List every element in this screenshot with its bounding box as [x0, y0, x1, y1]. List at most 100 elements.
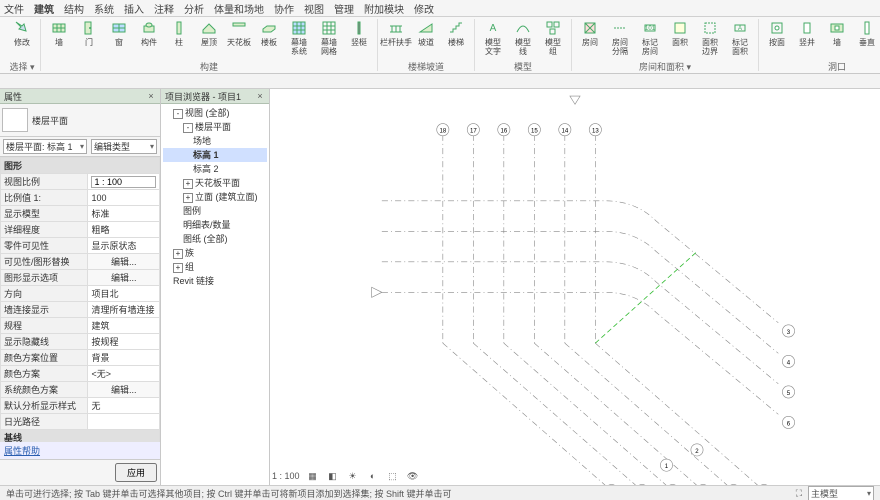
- ribbon-rail-button[interactable]: 栏杆扶手: [382, 19, 410, 47]
- prop-value[interactable]: 清理所有墙连接: [88, 302, 160, 318]
- prop-value[interactable]: 背景: [88, 350, 160, 366]
- ribbon-room-button[interactable]: 房间: [576, 19, 604, 47]
- ribbon-ramp-button[interactable]: 坡道: [412, 19, 440, 47]
- ribbon-comp-button[interactable]: 构件: [135, 19, 163, 47]
- ribbon-mline-button[interactable]: 模型线: [509, 19, 537, 56]
- view-scale-label[interactable]: 1 : 100: [272, 471, 300, 481]
- apply-button[interactable]: 应用: [115, 463, 157, 482]
- project-tree[interactable]: -视图 (全部)-楼层平面场地标高 1标高 2+天花板平面+立面 (建筑立面)图…: [161, 104, 269, 290]
- close-icon[interactable]: ×: [255, 91, 265, 101]
- tree-node[interactable]: -楼层平面: [163, 120, 267, 134]
- workset-icon[interactable]: ⛶: [796, 488, 802, 499]
- tree-node[interactable]: 标高 2: [163, 162, 267, 176]
- visual-style-icon[interactable]: ◧: [326, 469, 340, 483]
- ribbon-area-button[interactable]: 面积: [666, 19, 694, 47]
- ribbon-window-button[interactable]: 窗: [105, 19, 133, 47]
- ribbon-stair-button[interactable]: 楼梯: [442, 19, 470, 47]
- tree-node[interactable]: Revit 链接: [163, 274, 267, 288]
- menu-建筑[interactable]: 建筑: [34, 1, 54, 16]
- prop-value[interactable]: 标准: [88, 206, 160, 222]
- ribbon-roof-button[interactable]: 屋顶: [195, 19, 223, 47]
- tree-node[interactable]: 场地: [163, 134, 267, 148]
- properties-help-link[interactable]: 属性帮助: [0, 442, 160, 459]
- menu-文件[interactable]: 文件: [4, 1, 24, 16]
- tree-node[interactable]: +族: [163, 246, 267, 260]
- ribbon-owall-button[interactable]: 墙: [823, 19, 851, 47]
- menu-体量和场地[interactable]: 体量和场地: [214, 1, 264, 16]
- prop-edit-button[interactable]: 编辑...: [88, 382, 160, 398]
- tree-node[interactable]: 图例: [163, 204, 267, 218]
- crop-icon[interactable]: ⬚: [386, 469, 400, 483]
- ribbon-mullion-button[interactable]: 竖梃: [345, 19, 373, 47]
- shadows-icon[interactable]: ◐: [366, 469, 380, 483]
- menu-结构[interactable]: 结构: [64, 1, 84, 16]
- menu-视图[interactable]: 视图: [304, 1, 324, 16]
- tree-node[interactable]: +立面 (建筑立面): [163, 190, 267, 204]
- tree-toggle-icon[interactable]: +: [173, 249, 183, 259]
- tree-toggle-icon[interactable]: +: [183, 179, 193, 189]
- edit-type-button[interactable]: 编辑类型: [91, 139, 157, 154]
- ribbon-mtext-button[interactable]: A模型文字: [479, 19, 507, 56]
- ribbon-cwgrid-button[interactable]: 幕墙网格: [315, 19, 343, 56]
- tree-node[interactable]: 标高 1: [163, 148, 267, 162]
- prop-value[interactable]: 粗略: [88, 222, 160, 238]
- detail-level-icon[interactable]: ▦: [306, 469, 320, 483]
- ribbon-vert-button[interactable]: 垂直: [853, 19, 880, 47]
- menu-注释[interactable]: 注释: [154, 1, 174, 16]
- tree-node[interactable]: 图纸 (全部): [163, 232, 267, 246]
- prop-edit-button[interactable]: 编辑...: [88, 254, 160, 270]
- prop-group[interactable]: 基线: [1, 430, 160, 443]
- tree-node[interactable]: 明细表/数量: [163, 218, 267, 232]
- ribbon-byface-button[interactable]: 按面: [763, 19, 791, 47]
- prop-value[interactable]: 建筑: [88, 318, 160, 334]
- prop-value[interactable]: [88, 414, 160, 430]
- drawing-canvas[interactable]: 181716151413345678910111212 1 : 100 ▦ ◧ …: [270, 89, 880, 485]
- ribbon-areatag-button[interactable]: A标记面积: [726, 19, 754, 56]
- prop-value[interactable]: 按规程: [88, 334, 160, 350]
- roomtag-icon: 101: [641, 19, 659, 37]
- menu-系统[interactable]: 系统: [94, 1, 114, 16]
- ribbon-areabd-button[interactable]: 面积边界: [696, 19, 724, 56]
- menu-附加模块[interactable]: 附加模块: [364, 1, 404, 16]
- workset-dropdown[interactable]: 主模型: [808, 486, 874, 500]
- ribbon-arrow-button[interactable]: 修改: [8, 19, 36, 47]
- prop-value[interactable]: 无: [88, 398, 160, 414]
- prop-group[interactable]: 图形: [1, 158, 160, 174]
- areatag-icon: A: [731, 19, 749, 37]
- ribbon-shaft-button[interactable]: 竖井: [793, 19, 821, 47]
- prop-edit-button[interactable]: 编辑...: [88, 270, 160, 286]
- sun-path-icon[interactable]: ☀: [346, 469, 360, 483]
- hide-icon[interactable]: 👁: [406, 469, 420, 483]
- menu-分析[interactable]: 分析: [184, 1, 204, 16]
- ribbon-mgroup-button[interactable]: 模型组: [539, 19, 567, 56]
- close-icon[interactable]: ×: [146, 91, 156, 101]
- tree-toggle-icon[interactable]: +: [173, 263, 183, 273]
- ribbon-floor-button[interactable]: 楼板: [255, 19, 283, 47]
- ribbon-roomsep-button[interactable]: 房间分隔: [606, 19, 634, 56]
- prop-input[interactable]: [91, 176, 156, 188]
- instance-filter-dropdown[interactable]: 楼层平面: 标高 1: [3, 139, 87, 154]
- ribbon-ceiling-button[interactable]: 天花板: [225, 19, 253, 47]
- menu-插入[interactable]: 插入: [124, 1, 144, 16]
- tree-toggle-icon[interactable]: -: [173, 109, 183, 119]
- menu-修改[interactable]: 修改: [414, 1, 434, 16]
- rail-icon: [387, 19, 405, 37]
- ribbon-door-button[interactable]: 门: [75, 19, 103, 47]
- prop-row: 显示模型标准: [1, 206, 160, 222]
- prop-value[interactable]: <无>: [88, 366, 160, 382]
- tree-toggle-icon[interactable]: +: [183, 193, 193, 203]
- ribbon-wall-button[interactable]: 墙: [45, 19, 73, 47]
- menu-协作[interactable]: 协作: [274, 1, 294, 16]
- menu-管理[interactable]: 管理: [334, 1, 354, 16]
- tree-node[interactable]: -视图 (全部): [163, 106, 267, 120]
- ribbon-cwsys-button[interactable]: 幕墙系统: [285, 19, 313, 56]
- prop-value[interactable]: 显示原状态: [88, 238, 160, 254]
- prop-value[interactable]: 100: [88, 190, 160, 206]
- tree-toggle-icon[interactable]: -: [183, 123, 193, 133]
- prop-value[interactable]: 项目北: [88, 286, 160, 302]
- tree-node[interactable]: +天花板平面: [163, 176, 267, 190]
- type-selector[interactable]: 楼层平面: [0, 104, 160, 137]
- ribbon-column-button[interactable]: 柱: [165, 19, 193, 47]
- tree-node[interactable]: +组: [163, 260, 267, 274]
- ribbon-roomtag-button[interactable]: 101标记房间: [636, 19, 664, 56]
